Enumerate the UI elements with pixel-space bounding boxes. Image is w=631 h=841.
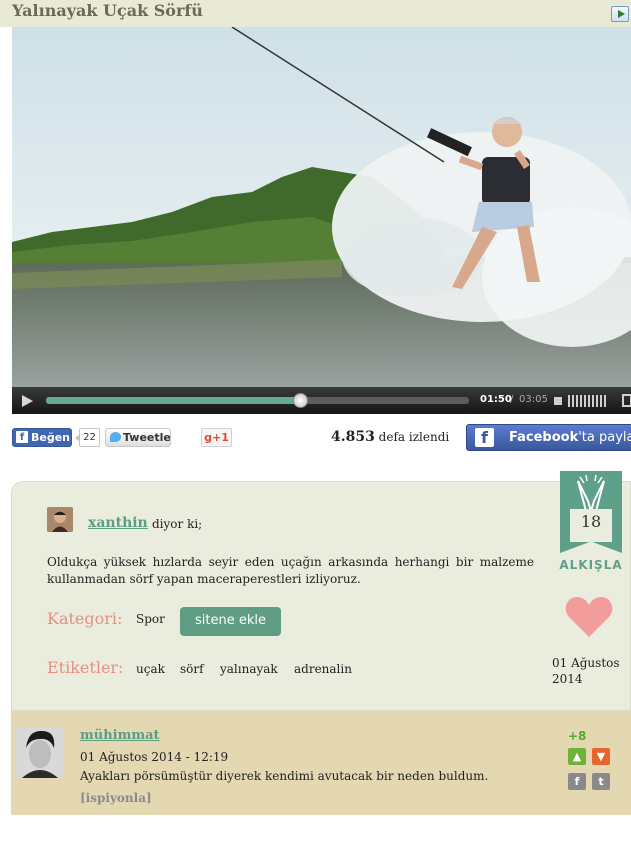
report-link[interactable]: [ispiyonla] [80, 791, 152, 805]
share-label-bold: Facebook [509, 430, 579, 445]
tweet-label: Tweetle [123, 431, 171, 444]
heart-icon[interactable] [565, 596, 613, 638]
facebook-icon: f [16, 431, 28, 443]
facebook-icon: f [475, 428, 494, 447]
play-icon[interactable] [22, 395, 33, 407]
video-player[interactable]: 01:50 / 03:05 [12, 27, 631, 414]
video-frame [12, 27, 631, 387]
progress-fill [46, 397, 300, 404]
category-label: Kategori: [47, 609, 123, 628]
thumbs-down-icon[interactable]: ▼ [592, 748, 610, 765]
clap-count: 18 [580, 512, 602, 531]
view-count: 4.853 defa izlendi [331, 429, 449, 445]
volume-level [580, 395, 582, 407]
avatar[interactable] [47, 507, 73, 532]
view-count-suffix: defa izlendi [378, 430, 450, 444]
twitter-icon [110, 432, 121, 442]
share-label-rest: 'ta paylaş [578, 430, 631, 445]
avatar-image [16, 728, 64, 778]
facebook-icon[interactable]: f [568, 773, 586, 790]
progress-handle[interactable] [292, 393, 308, 408]
clap-label[interactable]: ALKIŞLA [556, 558, 626, 572]
tweet-button[interactable]: Tweetle [105, 428, 171, 447]
total-time: 03:05 [519, 394, 548, 405]
facebook-like-button[interactable]: f Beğen [12, 428, 72, 447]
tag-link[interactable]: uçak [136, 662, 165, 676]
comment-text: Ayakları pörsümüştür diyerek kendimi avu… [80, 769, 489, 783]
view-count-number: 4.853 [331, 429, 375, 445]
add-to-site-button[interactable]: sitene ekle [180, 607, 281, 636]
volume-level [568, 395, 570, 407]
volume-level [588, 395, 590, 407]
author-link[interactable]: xanthin [88, 515, 148, 531]
volume-level [600, 395, 602, 407]
play-icon[interactable] [611, 6, 629, 22]
progress-bar[interactable] [46, 393, 469, 408]
tags-label: Etiketler: [47, 658, 124, 677]
volume-level [576, 395, 578, 407]
facebook-share-button[interactable]: f Facebook'ta paylaş [466, 424, 631, 451]
volume-icon [554, 397, 562, 405]
time-separator: / [510, 394, 514, 405]
current-time: 01:50 [480, 394, 512, 405]
comment-author-link[interactable]: mühimmat [80, 728, 160, 743]
comment-score: +8 [568, 729, 587, 743]
comment-date: 01 Ağustos 2014 - 12:19 [80, 750, 229, 764]
volume-level [592, 395, 594, 407]
thumbs-up-icon[interactable]: ▲ [568, 748, 586, 765]
post-date: 01 Ağustos 2014 [552, 656, 620, 686]
category-link[interactable]: Spor [136, 612, 165, 626]
avatar-image [47, 507, 73, 532]
page-title: Yalınayak Uçak Sörfü [12, 1, 203, 20]
tag-link[interactable]: yalınayak [220, 662, 278, 676]
tag-link[interactable]: sörf [180, 662, 204, 676]
post-description: Oldukça yüksek hızlarda seyir eden uçağı… [47, 555, 534, 586]
twitter-icon[interactable]: t [592, 773, 610, 790]
video-controls: 01:50 / 03:05 [12, 387, 631, 414]
volume-level [584, 395, 586, 407]
volume-level [572, 395, 574, 407]
tag-link[interactable]: adrenalin [294, 662, 352, 676]
volume-level [604, 395, 606, 407]
like-count: 22 [75, 428, 100, 447]
avatar[interactable] [16, 728, 64, 778]
fullscreen-icon[interactable] [622, 394, 631, 407]
author-says: diyor ki; [152, 517, 203, 531]
google-plus-button[interactable]: g+1 [201, 428, 232, 447]
like-label: Beğen [31, 431, 71, 444]
volume-level [596, 395, 598, 407]
